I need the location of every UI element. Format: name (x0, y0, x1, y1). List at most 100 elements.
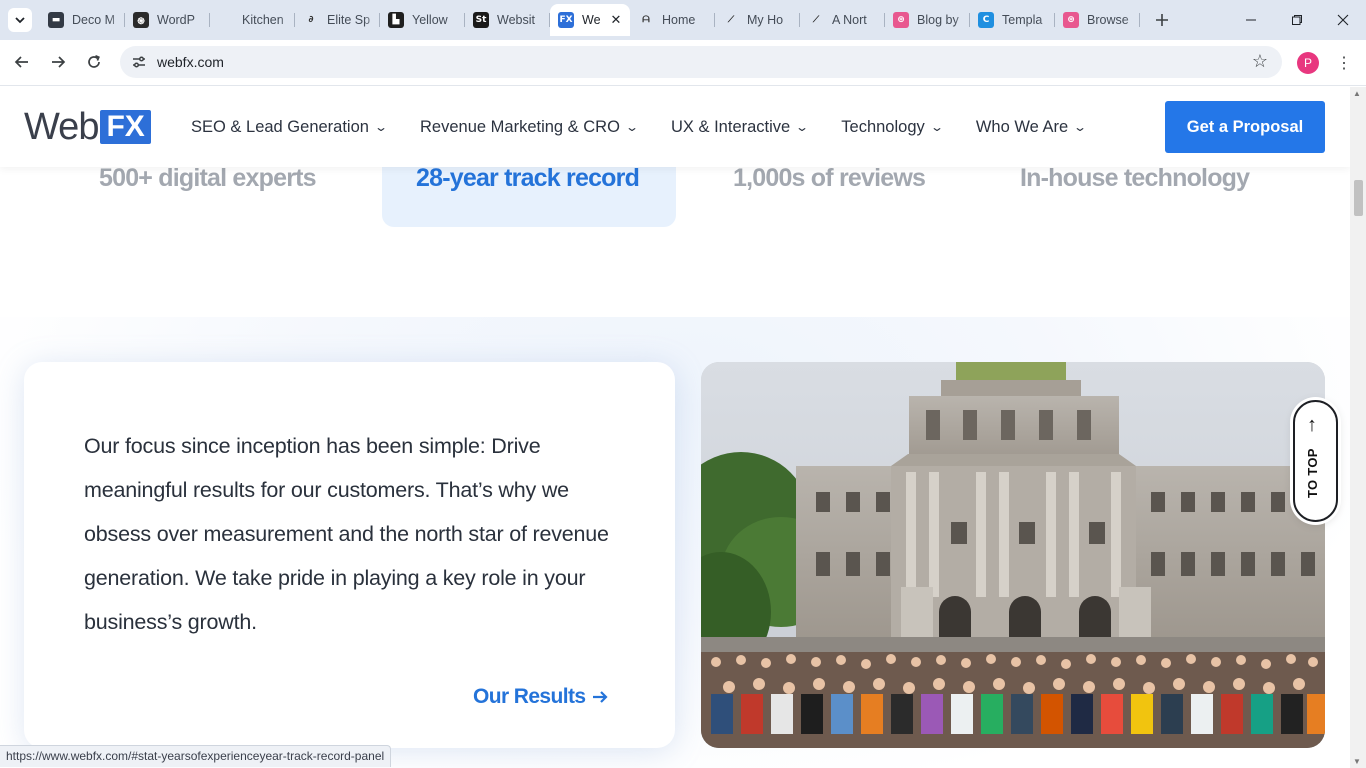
canva-icon: C (978, 12, 994, 28)
chevron-down-icon: ⌄ (624, 120, 640, 134)
logo-fx-text: FX (100, 110, 151, 144)
logo-web-text: Web (24, 106, 99, 148)
abm-icon: ᗩ (638, 12, 654, 28)
bookmark-star-icon[interactable]: ☆ (1252, 51, 1268, 72)
webfx-logo[interactable]: Web FX (24, 106, 151, 148)
tab-title: Websit (497, 13, 535, 27)
webfx-icon: FX (558, 12, 574, 28)
browser-tab[interactable]: St Websit (465, 4, 550, 36)
browser-tab[interactable]: ⊛ Browse (1055, 4, 1140, 36)
capitol-team-photo-illustration (701, 362, 1325, 748)
browser-tab[interactable]: ▬ Deco M (40, 4, 125, 36)
stat-digital-experts[interactable]: 500+ digital experts (99, 164, 317, 193)
tab-title: We (582, 13, 601, 27)
arrow-up-icon: ↑ (1307, 414, 1317, 436)
stats-tabs: 500+ digital experts 28-year track recor… (0, 164, 1350, 237)
dribbble-icon: ⊛ (893, 12, 909, 28)
browser-tab[interactable]: ⊛ Blog by (885, 4, 970, 36)
tab-search-button[interactable] (8, 8, 32, 32)
tab-list: ▬ Deco M ֍ WordP Kitchen ∂ Elite Sp ▙ Yellow St We… (40, 4, 1140, 36)
browser-menu-icon[interactable]: ⋮ (1334, 52, 1354, 74)
url-text[interactable]: webfx.com (157, 54, 224, 70)
nav-who-we-are[interactable]: Who We Are ⌄ (975, 117, 1088, 137)
reload-icon (88, 55, 100, 68)
back-button[interactable] (8, 48, 36, 76)
reload-button[interactable] (80, 48, 108, 76)
chevron-down-icon: ⌄ (795, 120, 810, 134)
browser-tab[interactable]: ⟋ My Ho (715, 4, 800, 36)
restore-button[interactable] (1274, 0, 1320, 40)
stat-reviews[interactable]: 1,000s of reviews (733, 164, 926, 193)
chevron-down-icon (15, 17, 25, 24)
browser-tab[interactable]: ▙ Yellow (380, 4, 465, 36)
team-photo (701, 362, 1325, 748)
browser-tab[interactable]: Kitchen (210, 4, 295, 36)
get-a-proposal-button[interactable]: Get a Proposal (1165, 101, 1325, 153)
tab-title: Yellow (412, 13, 448, 27)
nav-technology[interactable]: Technology ⌄ (841, 117, 944, 137)
nav-ux-interactive[interactable]: UX & Interactive ⌄ (671, 117, 810, 137)
nav-label: SEO & Lead Generation (191, 117, 369, 136)
browser-tab[interactable]: FX We ✕ (550, 4, 630, 36)
yellow-icon: ▙ (388, 12, 404, 28)
browser-tab[interactable]: ᗩ Home (630, 4, 715, 36)
tab-title: Home (662, 13, 696, 27)
our-results-link[interactable]: Our Results (473, 685, 609, 709)
arrow-right-icon (593, 691, 608, 703)
nav-label: Technology (841, 117, 925, 136)
forward-button[interactable] (44, 48, 72, 76)
st-icon: St (473, 12, 489, 28)
site-settings-icon[interactable] (130, 53, 148, 71)
status-bar-url: https://www.webfx.com/#stat-yearsofexper… (0, 745, 392, 767)
to-top-button[interactable]: ↑ TO TOP (1293, 400, 1338, 522)
restore-icon (1292, 15, 1302, 25)
stat-track-record[interactable]: 28-year track record (416, 164, 640, 193)
node-icon: ⟋ (723, 12, 739, 28)
to-top-label: TO TOP (1305, 448, 1320, 498)
tab-title: WordP (157, 13, 195, 27)
our-results-label: Our Results (473, 685, 586, 708)
new-tab-button[interactable] (1150, 8, 1174, 32)
blank-icon (218, 12, 234, 28)
nav-label: UX & Interactive (671, 117, 791, 136)
arrow-right-icon (52, 56, 66, 68)
stat-panel-card: Our focus since inception has been simpl… (24, 362, 675, 748)
minimize-button[interactable] (1228, 0, 1274, 40)
stat-in-house-technology[interactable]: In-house technology (1020, 164, 1250, 193)
browser-toolbar: webfx.com ☆ P ⋮ (0, 40, 1366, 86)
tab-title: Deco M (72, 13, 116, 27)
main-nav: SEO & Lead Generation ⌄ Revenue Marketing… (191, 87, 1119, 167)
panel-body-text: Our focus since inception has been simpl… (84, 434, 609, 634)
page-scrollbar[interactable]: ▲ ▼ (1350, 87, 1366, 768)
page-viewport: 500+ digital experts 28-year track recor… (0, 87, 1350, 768)
nav-revenue-marketing-cro[interactable]: Revenue Marketing & CRO ⌄ (420, 117, 640, 137)
close-tab-icon[interactable]: ✕ (608, 12, 624, 28)
minimize-icon (1246, 19, 1256, 21)
dribbble-icon: ⊛ (1063, 12, 1079, 28)
scroll-down-icon[interactable]: ▼ (1353, 757, 1361, 766)
browser-tabstrip: ▬ Deco M ֍ WordP Kitchen ∂ Elite Sp ▙ Yellow St We… (0, 0, 1366, 40)
address-bar[interactable]: webfx.com ☆ (120, 46, 1282, 78)
arrow-left-icon (14, 56, 28, 68)
tab-title: Blog by (917, 13, 959, 27)
nav-seo-lead-generation[interactable]: SEO & Lead Generation ⌄ (191, 117, 389, 137)
close-icon (1337, 14, 1349, 26)
browser-tab[interactable]: ⟋ A Nort (800, 4, 885, 36)
browser-tab[interactable]: C Templa (970, 4, 1055, 36)
openai-icon: ֍ (133, 12, 149, 28)
profile-avatar[interactable]: P (1297, 52, 1319, 74)
tab-title: Browse (1087, 13, 1129, 27)
tab-title: Kitchen (242, 13, 284, 27)
scroll-up-icon[interactable]: ▲ (1353, 89, 1361, 98)
close-window-button[interactable] (1320, 0, 1366, 40)
browser-tab[interactable]: ∂ Elite Sp (295, 4, 380, 36)
nav-label: Revenue Marketing & CRO (420, 117, 620, 136)
site-header: Web FX SEO & Lead Generation ⌄ Revenue Ma… (0, 87, 1350, 167)
tab-title: Elite Sp (327, 13, 371, 27)
scrollbar-thumb[interactable] (1354, 180, 1363, 216)
browser-tab[interactable]: ֍ WordP (125, 4, 210, 36)
chevron-down-icon: ⌄ (373, 120, 389, 134)
nav-label: Who We Are (975, 117, 1069, 136)
chevron-down-icon: ⌄ (1073, 120, 1088, 134)
tab-title: My Ho (747, 13, 784, 27)
